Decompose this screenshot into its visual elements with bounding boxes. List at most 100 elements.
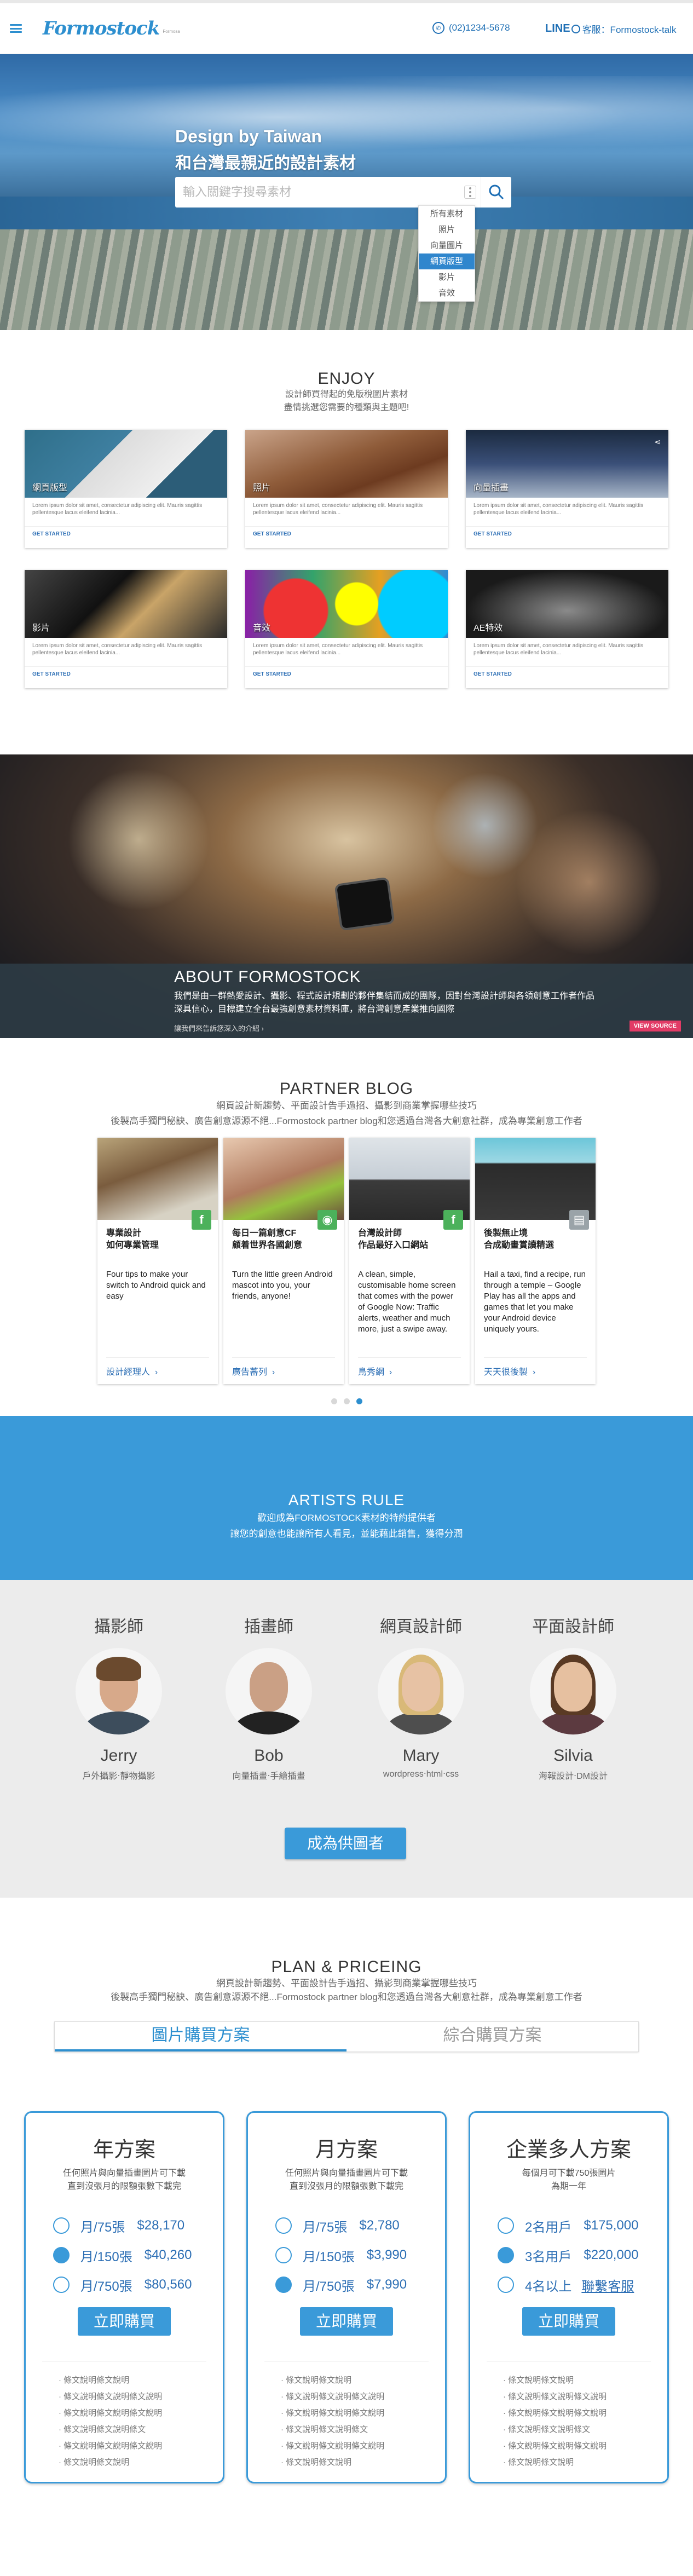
buy-now-button[interactable]: 立即購買 (300, 2307, 393, 2336)
blog-image (97, 1138, 218, 1220)
plan-option[interactable]: 3名用戶 $220,000 (498, 2240, 667, 2270)
radio-button[interactable] (53, 2277, 70, 2293)
become-contributor-button[interactable]: 成為供圖者 (285, 1828, 406, 1859)
blog-source-link[interactable]: 設計經理人 › (106, 1357, 209, 1378)
avatar[interactable] (378, 1648, 464, 1734)
about-title: ABOUT FORMOSTOCK (174, 968, 361, 986)
plan-description: 任何照片與向量插畫圖片可下載 直到沒張月的限額張數下載完 (285, 2169, 408, 2191)
dropdown-item[interactable]: 向量圖片 (419, 238, 475, 253)
blog-desc: Four tips to make your switch to Android… (106, 1270, 206, 1301)
plan-option[interactable]: 月/150張 $40,260 (53, 2240, 223, 2270)
blog-source-link[interactable]: 廣告蕃列 › (232, 1357, 335, 1378)
avatar[interactable] (226, 1648, 312, 1734)
line-brand: LINE (545, 22, 570, 34)
get-started-link[interactable]: GET STARTED (245, 526, 448, 537)
facebook-icon[interactable]: f (192, 1210, 211, 1230)
blog-source-link[interactable]: 天天很後製 › (484, 1357, 587, 1378)
category-card[interactable]: 影片 Lorem ipsum dolor sit amet, consectet… (25, 570, 227, 688)
plan-option[interactable]: 2名用戶 $175,000 (498, 2211, 667, 2240)
chevron-right-icon: › (152, 1368, 158, 1377)
search-button[interactable] (481, 177, 511, 208)
plan-name: 月方案 (315, 2139, 378, 2162)
category-card[interactable]: 照片 Lorem ipsum dolor sit amet, consectet… (245, 430, 448, 548)
radio-button[interactable] (498, 2217, 514, 2234)
buy-now-button[interactable]: 立即購買 (522, 2307, 615, 2336)
plan-option[interactable]: 月/75張 $2,780 (275, 2211, 445, 2240)
plan-option[interactable]: 月/750張 $80,560 (53, 2270, 223, 2300)
chevron-right-icon: › (530, 1368, 536, 1377)
dropdown-item[interactable]: 影片 (419, 269, 475, 285)
card-image: AE特效 (466, 570, 668, 638)
blog-desc: Turn the little green Android mascot int… (232, 1270, 333, 1301)
search-input[interactable] (175, 177, 464, 208)
plan-card: 企業多人方案 每個月可下載750張圖片 為期一年 2名用戶 $175,000 3名… (469, 2111, 669, 2483)
site-logo[interactable]: Formostock (43, 18, 160, 39)
category-card[interactable]: 網頁版型 Lorem ipsum dolor sit amet, consect… (25, 430, 227, 548)
dropdown-item[interactable]: 所有素材 (419, 206, 475, 222)
blog-image (349, 1138, 470, 1220)
plan-option[interactable]: 月/150張 $3,990 (275, 2240, 445, 2270)
radio-button-selected[interactable] (53, 2247, 70, 2263)
phone-icon: ✆ (432, 22, 444, 34)
category-card[interactable]: 音效 Lorem ipsum dolor sit amet, consectet… (245, 570, 448, 688)
search-icon (489, 185, 504, 200)
blog-card[interactable]: f 專業設計 如何專業管理 Four tips to make your swi… (97, 1138, 218, 1384)
blog-source-link[interactable]: 鳥秀網 › (358, 1357, 461, 1378)
get-started-link[interactable]: GET STARTED (25, 666, 227, 677)
blog-card[interactable]: f 台灣設計師 作品最好入口網站 A clean, simple, custom… (349, 1138, 470, 1384)
card-text: Lorem ipsum dolor sit amet, consectetur … (32, 643, 203, 656)
chevron-right-icon: › (269, 1368, 275, 1377)
blog-card[interactable]: ◉ 每日一篇創意CF 顧着世界各國創意 Turn the little gree… (223, 1138, 344, 1384)
radio-button[interactable] (498, 2277, 514, 2293)
tab-combined-plans[interactable]: 綜合購買方案 (347, 2022, 638, 2051)
category-card[interactable]: ⋖ 向量插畫 Lorem ipsum dolor sit amet, conse… (466, 430, 668, 548)
card-text: Lorem ipsum dolor sit amet, consectetur … (253, 643, 423, 656)
get-started-link[interactable]: GET STARTED (466, 666, 668, 677)
menu-icon[interactable] (10, 24, 22, 33)
carousel-dot[interactable] (331, 1398, 337, 1404)
facebook-icon[interactable]: f (443, 1210, 463, 1230)
contact-support-link[interactable]: 聯繫客服 (581, 2275, 634, 2295)
avatar[interactable] (530, 1648, 616, 1734)
artist-profile: 攝影師 Jerry 戶外攝影‧靜物攝影 (61, 1613, 176, 1782)
radio-button[interactable] (275, 2217, 292, 2234)
dropdown-item[interactable]: 照片 (419, 222, 475, 238)
avatar[interactable] (76, 1648, 162, 1734)
view-source-button[interactable]: VIEW SOURCE (629, 1021, 681, 1031)
camera-icon[interactable]: ◉ (317, 1210, 337, 1230)
line-contact[interactable]: LINE 客服：Formostock-talk (545, 22, 676, 36)
phone-contact[interactable]: ✆ (02)1234-5678 (432, 22, 510, 34)
category-card[interactable]: AE特效 Lorem ipsum dolor sit amet, consect… (466, 570, 668, 688)
radio-button-selected[interactable] (498, 2247, 514, 2263)
dropdown-item[interactable]: 音效 (419, 285, 475, 301)
get-started-link[interactable]: GET STARTED (25, 526, 227, 537)
radio-button[interactable] (275, 2247, 292, 2263)
carousel-dot[interactable] (343, 1398, 350, 1404)
plan-option[interactable]: 4名以上 聯繫客服 (498, 2270, 667, 2300)
carousel-dot-active[interactable] (356, 1398, 362, 1404)
artist-name: Jerry (100, 1747, 137, 1765)
dropdown-item-selected[interactable]: 網頁版型 (419, 253, 475, 269)
logo-tagline: Formosa (163, 28, 180, 34)
artist-role: 攝影師 (94, 1618, 143, 1636)
section-title: ENJOY (317, 370, 376, 388)
blog-card[interactable]: ▤ 後製無止境 合成動畫賞讀精選 Hail a taxi, find a rec… (475, 1138, 596, 1384)
plan-terms: · 條文說明條文說明 · 條文說明條文說明條文說明 · 條文說明條文說明條文說明… (59, 2376, 163, 2467)
artist-name: Mary (402, 1747, 440, 1765)
get-started-link[interactable]: GET STARTED (245, 666, 448, 677)
card-caption: 影片 (32, 624, 50, 633)
radio-button[interactable] (53, 2217, 70, 2234)
line-service-label: 客服：Formostock-talk (582, 25, 677, 35)
plan-option[interactable]: 月/75張 $28,170 (53, 2211, 223, 2240)
enjoy-section: ENJOY 設計師買得起的免版稅圖片素材 盡情挑選您需要的種類與主題吧! 網頁版… (0, 330, 693, 754)
artist-skills: 海報設計‧DM設計 (539, 1772, 608, 1781)
get-started-link[interactable]: GET STARTED (466, 526, 668, 537)
document-icon[interactable]: ▤ (569, 1210, 589, 1230)
radio-button-selected[interactable] (275, 2277, 292, 2293)
share-icon[interactable]: ⋖ (654, 437, 661, 447)
plan-option[interactable]: 月/750張 $7,990 (275, 2270, 445, 2300)
tab-image-plans[interactable]: 圖片購買方案 (55, 2022, 347, 2051)
category-menu-icon[interactable] (464, 186, 476, 199)
about-more-link[interactable]: 讓我們來告訴您深入的介紹 › (174, 1023, 264, 1033)
buy-now-button[interactable]: 立即購買 (78, 2307, 171, 2336)
